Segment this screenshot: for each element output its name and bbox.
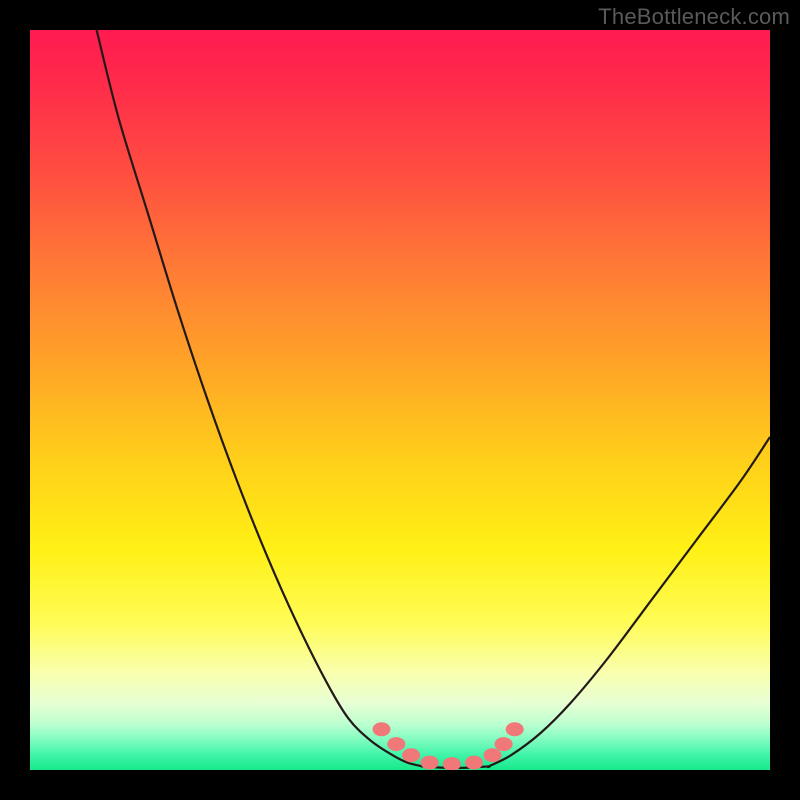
bottleneck-curve <box>30 30 770 770</box>
marker-dot <box>402 748 420 762</box>
watermark-text: TheBottleneck.com <box>598 4 790 30</box>
marker-dot <box>495 737 513 751</box>
marker-dot <box>484 748 502 762</box>
marker-dot <box>506 722 524 736</box>
marker-dot <box>373 722 391 736</box>
marker-dot <box>387 737 405 751</box>
plot-frame <box>30 30 770 770</box>
curve-line <box>97 30 770 768</box>
marker-dot <box>443 757 461 770</box>
marker-dot <box>421 756 439 770</box>
curve-markers <box>373 722 524 770</box>
marker-dot <box>465 756 483 770</box>
